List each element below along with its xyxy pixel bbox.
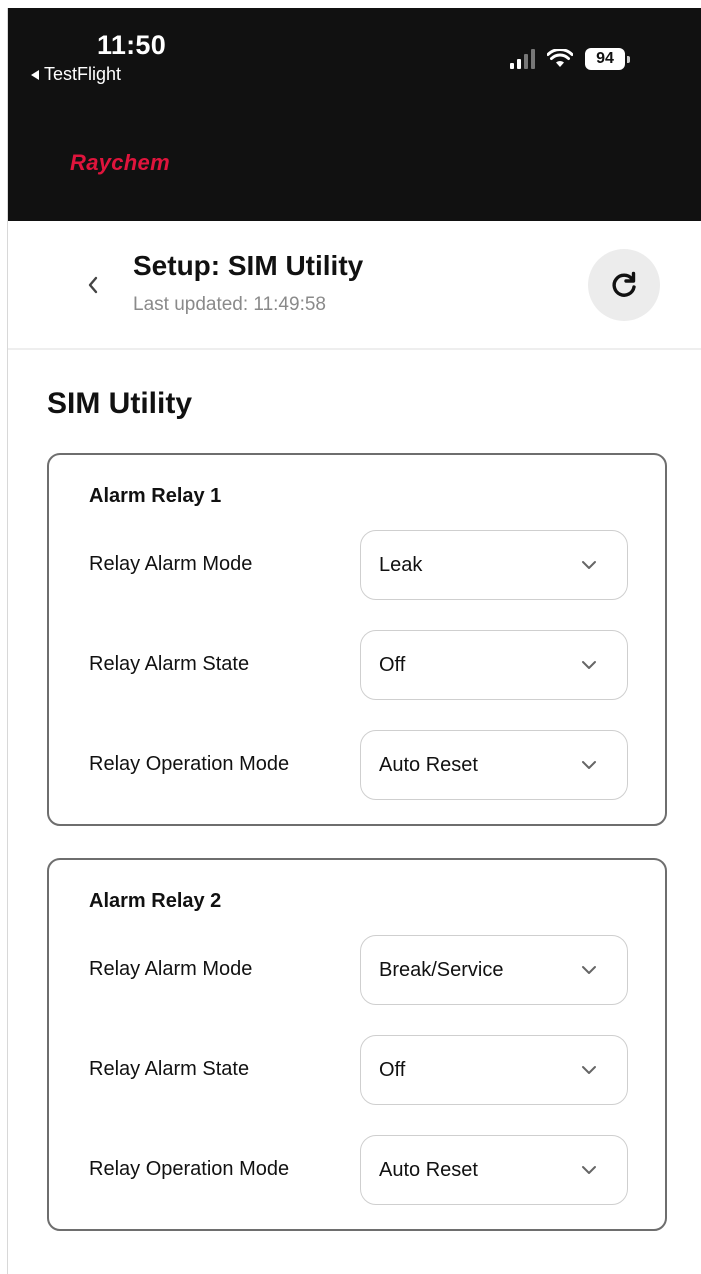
chevron-down-icon — [582, 1066, 596, 1074]
refresh-icon — [612, 271, 636, 297]
relay-alarm-mode-label: Relay Alarm Mode — [89, 958, 253, 980]
chevron-left-icon — [88, 276, 98, 294]
last-updated-text: Last updated: 11:49:58 — [133, 294, 326, 315]
back-triangle-icon — [31, 69, 39, 80]
select-value: Off — [379, 654, 406, 676]
relay-operation-mode-label: Relay Operation Mode — [89, 753, 290, 775]
relay-alarm-mode-label: Relay Alarm Mode — [89, 553, 253, 575]
cellular-signal-icon — [510, 49, 535, 69]
relay-operation-mode-select[interactable]: Auto Reset — [360, 1135, 628, 1205]
select-value: Leak — [379, 554, 423, 576]
select-value: Break/Service — [379, 959, 504, 981]
back-app-label: TestFlight — [44, 64, 122, 84]
chevron-down-icon — [582, 761, 596, 769]
back-to-app-link[interactable]: TestFlight — [31, 64, 121, 85]
alarm-relay-1-card: Alarm Relay 1 Relay Alarm Mode Leak Rela… — [47, 453, 667, 826]
page-title: Setup: SIM Utility — [133, 250, 364, 281]
card-title: Alarm Relay 1 — [89, 485, 222, 507]
relay-operation-mode-select[interactable]: Auto Reset — [360, 730, 628, 800]
chevron-down-icon — [582, 561, 596, 569]
back-button[interactable] — [78, 270, 108, 300]
wifi-icon — [547, 49, 573, 67]
chevron-down-icon — [582, 966, 596, 974]
frame-top — [0, 0, 701, 8]
relay-alarm-state-label: Relay Alarm State — [89, 653, 250, 675]
chevron-down-icon — [582, 661, 596, 669]
brand-logo: Raychem — [70, 150, 170, 175]
status-time: 11:50 — [97, 30, 167, 60]
battery-indicator: 94 — [585, 48, 630, 70]
select-value: Auto Reset — [379, 754, 478, 776]
status-indicators: 94 — [510, 48, 630, 70]
relay-alarm-mode-select[interactable]: Break/Service — [360, 935, 628, 1005]
alarm-relay-2-card: Alarm Relay 2 Relay Alarm Mode Break/Ser… — [47, 858, 667, 1231]
select-value: Off — [379, 1059, 406, 1081]
relay-alarm-state-select[interactable]: Off — [360, 1035, 628, 1105]
select-value: Auto Reset — [379, 1159, 478, 1181]
refresh-button[interactable] — [588, 249, 660, 321]
section-title: SIM Utility — [47, 387, 193, 420]
card-title: Alarm Relay 2 — [89, 890, 222, 912]
relay-alarm-state-label: Relay Alarm State — [89, 1058, 250, 1080]
relay-alarm-mode-select[interactable]: Leak — [360, 530, 628, 600]
relay-operation-mode-label: Relay Operation Mode — [89, 1158, 290, 1180]
chevron-down-icon — [582, 1166, 596, 1174]
relay-alarm-state-select[interactable]: Off — [360, 630, 628, 700]
